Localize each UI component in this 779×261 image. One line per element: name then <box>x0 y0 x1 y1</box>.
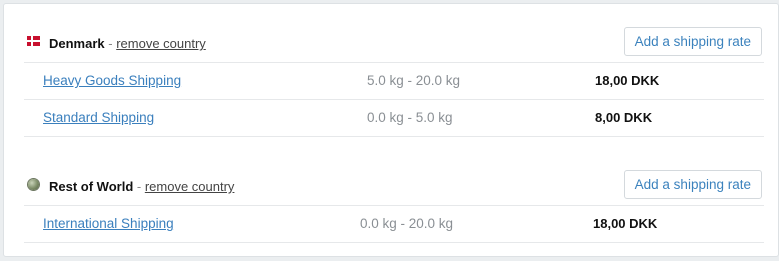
globe-icon <box>28 179 39 190</box>
country-label: Rest of World - remove country <box>49 179 234 194</box>
add-shipping-rate-button[interactable]: Add a shipping rate <box>623 27 762 56</box>
separator: - <box>104 36 117 51</box>
rate-price: 8,00 DKK <box>595 110 653 125</box>
country-header: Denmark - remove country Add a shipping … <box>24 27 762 57</box>
rate-weight-range: 0.0 kg - 20.0 kg <box>360 216 454 231</box>
rate-table: Heavy Goods Shipping 5.0 kg - 20.0 kg 18… <box>24 62 764 137</box>
rate-price: 18,00 DKK <box>593 216 658 231</box>
shipping-rates-panel: Denmark - remove country Add a shipping … <box>3 3 779 257</box>
denmark-flag-icon <box>27 36 40 46</box>
remove-country-link[interactable]: remove country <box>116 36 206 51</box>
rate-name-link[interactable]: Heavy Goods Shipping <box>43 73 181 88</box>
add-shipping-rate-button[interactable]: Add a shipping rate <box>623 170 762 199</box>
country-header: Rest of World - remove country Add a shi… <box>24 170 762 200</box>
rate-weight-range: 5.0 kg - 20.0 kg <box>367 73 461 88</box>
rate-price: 18,00 DKK <box>595 73 660 88</box>
rate-weight-range: 0.0 kg - 5.0 kg <box>367 110 453 125</box>
country-name: Rest of World <box>49 179 134 194</box>
rate-row: International Shipping 0.0 kg - 20.0 kg … <box>24 206 764 243</box>
rate-name-link[interactable]: Standard Shipping <box>43 110 154 125</box>
rate-row: Standard Shipping 0.0 kg - 5.0 kg 8,00 D… <box>24 100 764 137</box>
rate-table: International Shipping 0.0 kg - 20.0 kg … <box>24 205 764 243</box>
rate-name-link[interactable]: International Shipping <box>43 216 174 231</box>
separator: - <box>133 179 145 194</box>
country-label: Denmark - remove country <box>49 36 206 51</box>
country-name: Denmark <box>49 36 105 51</box>
remove-country-link[interactable]: remove country <box>145 179 235 194</box>
rate-row: Heavy Goods Shipping 5.0 kg - 20.0 kg 18… <box>24 63 764 100</box>
